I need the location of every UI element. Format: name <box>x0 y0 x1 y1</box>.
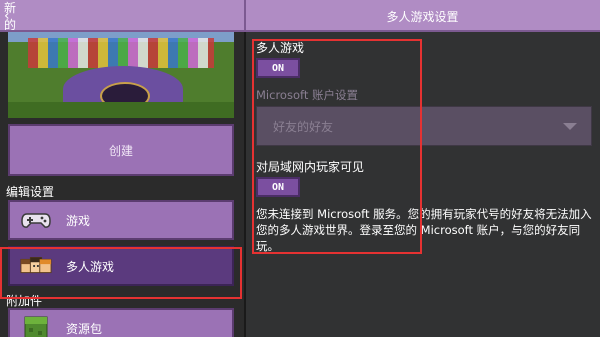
create-button[interactable]: 创建 <box>8 124 234 176</box>
world-preview-image <box>8 32 234 118</box>
resource-pack-icon <box>20 316 52 337</box>
left-panel: 创建 编辑设置 游戏 多人游戏 附加件 资源包 <box>0 32 244 337</box>
multiplayer-label: 多人游戏 <box>256 41 305 55</box>
top-bar: ‹ 创建新的世界 多人游戏设置 <box>0 0 600 66</box>
edit-settings-heading: 编辑设置 <box>6 185 55 199</box>
sidebar-item-label: 多人游戏 <box>66 259 115 274</box>
players-icon <box>20 254 52 278</box>
sidebar-item-resource-packs[interactable]: 资源包 <box>8 308 234 337</box>
page-title: 多人游戏设置 <box>386 9 459 24</box>
gamepad-icon <box>20 208 52 232</box>
sidebar-item-label: 游戏 <box>66 213 91 228</box>
multiplayer-toggle[interactable]: ON <box>256 58 300 78</box>
back-button[interactable]: ‹ 创建新的世界 <box>4 1 16 66</box>
account-settings-label: Microsoft 账户设置 <box>256 88 358 102</box>
addons-heading: 附加件 <box>6 294 43 308</box>
lan-visible-toggle[interactable]: ON <box>256 177 300 197</box>
sidebar-item-game[interactable]: 游戏 <box>8 200 234 240</box>
dropdown-value: 好友的好友 <box>273 119 334 134</box>
chevron-down-icon <box>563 122 577 130</box>
lan-visible-label: 对局域网内玩家可见 <box>256 160 365 174</box>
sidebar-item-label: 资源包 <box>66 321 103 336</box>
sidebar-item-multiplayer[interactable]: 多人游戏 <box>8 246 234 286</box>
connection-info-text: 您未连接到 Microsoft 服务。您的拥有玩家代号的好友将无法加入您的多人游… <box>256 207 592 253</box>
account-dropdown[interactable]: 好友的好友 <box>256 106 592 146</box>
